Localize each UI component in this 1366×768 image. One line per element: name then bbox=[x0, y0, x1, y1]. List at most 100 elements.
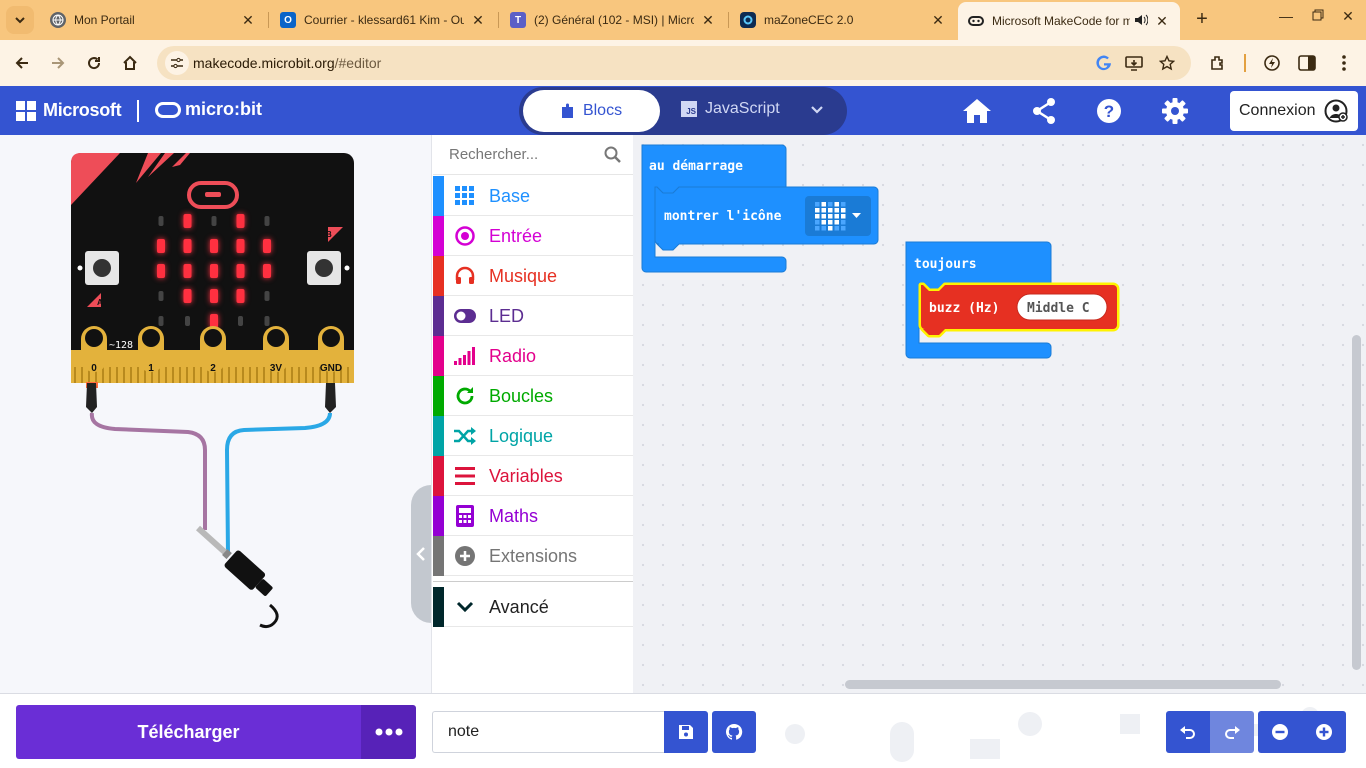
category-label: Variables bbox=[489, 466, 563, 486]
tab-teams[interactable]: T (2) Général (102 - MSI) | Micro ✕ bbox=[500, 6, 726, 34]
share-button[interactable] bbox=[1029, 96, 1059, 126]
project-name-input[interactable] bbox=[432, 711, 664, 753]
led-off bbox=[211, 216, 217, 226]
tab-title: Courrier - klessard61 Kim - Ou bbox=[304, 13, 464, 27]
undo-button[interactable] bbox=[1166, 711, 1210, 753]
performance-icon[interactable] bbox=[1261, 52, 1283, 74]
settings-button[interactable] bbox=[1160, 96, 1190, 126]
redo-button[interactable] bbox=[1210, 711, 1254, 753]
heart-pixel bbox=[821, 226, 826, 231]
javascript-toggle[interactable]: JS JavaScript bbox=[681, 100, 780, 118]
blocks-workspace[interactable]: au démarrage montrer l'icône toujours bu… bbox=[633, 135, 1366, 693]
tab-search-button[interactable] bbox=[6, 6, 34, 34]
chevron-down-icon bbox=[15, 17, 25, 24]
mazone-icon bbox=[740, 12, 756, 28]
category-color-bar bbox=[433, 536, 444, 576]
close-icon[interactable]: ✕ bbox=[930, 12, 946, 29]
heart-pixel bbox=[815, 226, 820, 231]
category-label: LED bbox=[489, 306, 525, 326]
pin0-value: ~128 bbox=[109, 340, 133, 351]
google-icon[interactable] bbox=[1094, 53, 1114, 73]
led-on bbox=[210, 239, 218, 253]
blocks-toggle[interactable]: Blocs bbox=[523, 90, 660, 132]
category-boucles[interactable]: Boucles bbox=[433, 376, 633, 416]
category-musique[interactable]: Musique bbox=[433, 256, 633, 296]
help-button[interactable]: ? bbox=[1094, 96, 1124, 126]
side-panel-icon[interactable] bbox=[1296, 52, 1318, 74]
tab-mon-portail[interactable]: Mon Portail ✕ bbox=[40, 6, 266, 34]
heart-pixel bbox=[815, 208, 820, 213]
new-tab-button[interactable]: + bbox=[1190, 8, 1214, 31]
category-color-bar bbox=[433, 376, 444, 416]
sign-in-label: Connexion bbox=[1239, 102, 1316, 119]
minimize-button[interactable]: — bbox=[1276, 8, 1296, 24]
home-button[interactable] bbox=[118, 51, 142, 75]
category-maths[interactable]: Maths bbox=[433, 496, 633, 536]
install-app-icon[interactable] bbox=[1124, 53, 1144, 73]
bookmark-star-icon[interactable] bbox=[1157, 53, 1177, 73]
show-icon-block[interactable]: montrer l'icône bbox=[654, 186, 879, 251]
connector-tooth bbox=[249, 367, 251, 383]
makecode-header: Microsoft micro:bit Blocs JS JavaScript … bbox=[0, 86, 1366, 135]
category-led[interactable]: LED bbox=[433, 296, 633, 336]
tab-title: Mon Portail bbox=[74, 13, 135, 27]
sign-in-button[interactable]: Connexion bbox=[1230, 91, 1358, 131]
connector-tooth bbox=[81, 367, 83, 383]
category-variables[interactable]: Variables bbox=[433, 456, 633, 496]
arrow-right-icon bbox=[52, 57, 65, 69]
horizontal-scrollbar[interactable] bbox=[845, 680, 1281, 689]
close-icon[interactable]: ✕ bbox=[240, 12, 256, 29]
category-color-bar bbox=[433, 456, 444, 496]
tab-mazone[interactable]: maZoneCEC 2.0 ✕ bbox=[730, 6, 956, 34]
reload-button[interactable] bbox=[82, 51, 106, 75]
browser-toolbar: makecode.microbit.org/#editor bbox=[0, 40, 1366, 86]
category-base[interactable]: Base bbox=[433, 176, 633, 216]
close-icon[interactable]: ✕ bbox=[1154, 13, 1170, 30]
home-button[interactable] bbox=[962, 96, 992, 126]
grid-icon bbox=[454, 185, 476, 207]
heart-pixel bbox=[828, 214, 833, 219]
buzz-block[interactable]: buzz (Hz) Middle C bbox=[918, 282, 1120, 338]
collapse-simulator-button[interactable] bbox=[411, 485, 431, 623]
github-button[interactable] bbox=[712, 711, 756, 753]
zoom-in-button[interactable] bbox=[1302, 711, 1346, 753]
connector-tooth bbox=[130, 367, 132, 383]
tab-courrier[interactable]: O Courrier - klessard61 Kim - Ou ✕ bbox=[270, 6, 496, 34]
zoom-in-icon bbox=[1316, 724, 1332, 740]
download-more-button[interactable] bbox=[361, 705, 416, 759]
calculator-icon bbox=[454, 505, 476, 527]
microsoft-logo[interactable]: Microsoft bbox=[16, 100, 122, 121]
extensions-icon[interactable] bbox=[1207, 52, 1229, 74]
site-info-icon[interactable] bbox=[165, 51, 189, 75]
close-icon[interactable]: ✕ bbox=[470, 12, 486, 29]
download-button[interactable]: Télécharger bbox=[16, 705, 361, 759]
toolbox-search[interactable]: Rechercher... bbox=[433, 135, 633, 175]
arrow-left-icon bbox=[15, 57, 28, 69]
heart-pixel bbox=[828, 208, 833, 213]
close-window-button[interactable]: ✕ bbox=[1338, 8, 1358, 25]
category-radio[interactable]: Radio bbox=[433, 336, 633, 376]
back-button[interactable] bbox=[10, 51, 34, 75]
category-logique[interactable]: Logique bbox=[433, 416, 633, 456]
category-label: Avancé bbox=[489, 597, 549, 617]
led-on bbox=[210, 314, 218, 328]
pin-label: 3V bbox=[270, 363, 283, 374]
speaker-icon[interactable] bbox=[1134, 14, 1149, 29]
category-entree[interactable]: Entrée bbox=[433, 216, 633, 256]
tab-makecode[interactable]: Microsoft MakeCode for m ✕ bbox=[958, 2, 1180, 40]
led-on bbox=[210, 264, 218, 278]
forward-button[interactable] bbox=[46, 51, 70, 75]
editor-more-dropdown[interactable] bbox=[809, 101, 825, 122]
globe-icon bbox=[50, 12, 66, 28]
category-avance[interactable]: Avancé bbox=[433, 587, 633, 627]
zoom-out-button[interactable] bbox=[1258, 711, 1302, 753]
close-icon[interactable]: ✕ bbox=[700, 12, 716, 29]
address-bar[interactable]: makecode.microbit.org/#editor bbox=[157, 46, 1191, 80]
vertical-scrollbar[interactable] bbox=[1352, 335, 1361, 670]
menu-kebab-icon[interactable] bbox=[1333, 52, 1355, 74]
category-color-bar bbox=[433, 587, 444, 627]
restore-button[interactable] bbox=[1308, 8, 1328, 24]
microbit-logo[interactable]: micro:bit bbox=[155, 99, 262, 120]
category-extensions[interactable]: Extensions bbox=[433, 536, 633, 576]
save-button[interactable] bbox=[664, 711, 708, 753]
